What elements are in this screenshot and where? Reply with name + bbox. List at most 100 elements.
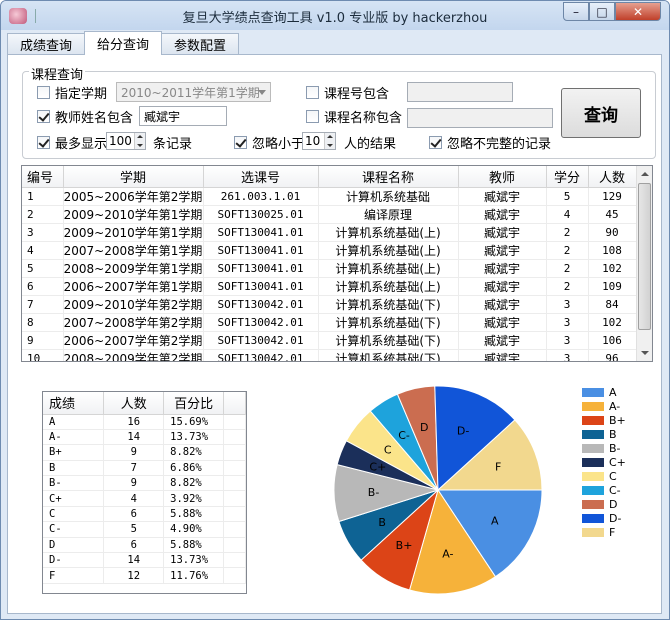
results-grid[interactable]: 编号 学期 选课号 课程名称 教师 学分 人数 1 2005~2006学年第2学期… — [21, 165, 653, 362]
stats-cell: B — [43, 460, 105, 477]
semester-checkbox[interactable]: 指定学期 — [37, 83, 107, 102]
checkbox-box[interactable] — [37, 136, 50, 149]
teacher-checkbox[interactable]: 教师姓名包含 — [37, 107, 133, 126]
max-records-checkbox[interactable]: 最多显示 — [37, 133, 107, 152]
scrollbar-thumb[interactable] — [638, 183, 651, 330]
stats-cell: 9 — [103, 475, 165, 492]
stats-cell: 16 — [103, 414, 165, 430]
table-row[interactable]: 9 2006~2007学年第2学期 SOFT130042.01 计算机系统基础(下) 臧… — [22, 331, 637, 350]
column-header[interactable]: 学期 — [63, 166, 204, 188]
checkbox-box[interactable] — [306, 110, 319, 123]
course-name-input[interactable] — [407, 108, 553, 128]
table-row[interactable]: 4 2007~2008学年第1学期 SOFT130041.01 计算机系统基础(上) 臧… — [22, 241, 637, 260]
column-header[interactable]: 百分比 — [163, 392, 225, 415]
ignore-incomplete-checkbox[interactable]: 忽略不完整的记录 — [429, 133, 551, 152]
teacher-input[interactable]: 臧斌宇 — [139, 106, 227, 126]
table-row[interactable]: 1 2005~2006学年第2学期 261.003.1.01 计算机系统基础 臧斌宇 5 1… — [22, 187, 637, 206]
max-records-stepper[interactable]: 100 — [106, 132, 146, 150]
table-cell: 3 — [546, 313, 589, 332]
stats-row: B 7 6.86% — [43, 460, 246, 477]
table-cell: 90 — [588, 223, 637, 242]
search-button[interactable]: 查询 — [561, 88, 641, 138]
stats-row: D- 14 13.73% — [43, 552, 246, 569]
column-header[interactable]: 编号 — [22, 166, 64, 188]
legend-item: C- — [582, 483, 626, 497]
close-button[interactable]: ✕ — [615, 2, 661, 21]
tab-strip: 成绩查询 给分查询 参数配置 — [7, 31, 240, 55]
checkbox-box[interactable] — [306, 86, 319, 99]
people-result-label: 人的结果 — [344, 137, 397, 152]
scroll-up-icon[interactable] — [637, 166, 652, 182]
title-bar[interactable]: 复旦大学绩点查询工具 v1.0 专业版 by hackerzhou – □ ✕ — [1, 1, 669, 30]
spin-arrows-icon[interactable] — [324, 133, 335, 149]
max-label: 最多显示 — [55, 137, 108, 152]
table-row[interactable]: 8 2007~2008学年第2学期 SOFT130042.01 计算机系统基础(下) 臧… — [22, 313, 637, 332]
pie-label: C — [384, 444, 392, 457]
group-label: 课程查询 — [29, 64, 86, 83]
table-cell: 45 — [588, 205, 637, 224]
course-name-checkbox[interactable]: 课程名称包含 — [306, 107, 402, 126]
table-cell: 2006~2007学年第1学期 — [63, 277, 204, 296]
checkbox-box[interactable] — [429, 136, 442, 149]
ignore-less-checkbox[interactable]: 忽略小于 — [234, 133, 304, 152]
stats-filler-cell — [223, 490, 246, 507]
table-cell: SOFT130042.01 — [203, 349, 319, 361]
spin-arrows-icon[interactable] — [134, 133, 145, 149]
column-header[interactable]: 学分 — [546, 166, 589, 188]
scroll-down-icon[interactable] — [637, 345, 652, 361]
pie-label: A- — [442, 548, 453, 561]
tab-score-query[interactable]: 给分查询 — [84, 31, 163, 55]
course-no-checkbox[interactable]: 课程号包含 — [306, 83, 389, 102]
table-cell: SOFT130041.01 — [203, 241, 319, 260]
column-header[interactable]: 成绩 — [43, 392, 105, 415]
checkbox-box[interactable] — [234, 136, 247, 149]
grade-pie-chart: A A- B+ B B- C+ C C- D D- F — [333, 385, 543, 595]
stats-row: F 12 11.76% — [43, 567, 246, 584]
stats-filler-cell — [223, 506, 246, 523]
semester-select[interactable]: 2010~2011学年第1学期 — [116, 82, 271, 102]
minimize-button[interactable]: – — [563, 2, 589, 21]
tab-settings[interactable]: 参数配置 — [161, 33, 240, 55]
checkbox-box[interactable] — [37, 110, 50, 123]
stats-cell: 12 — [103, 567, 165, 584]
stats-header-row: 成绩 人数 百分比 — [43, 392, 246, 415]
vertical-scrollbar[interactable] — [636, 166, 652, 361]
ignore-count-stepper[interactable]: 10 — [302, 132, 336, 150]
column-header[interactable]: 选课号 — [203, 166, 319, 188]
maximize-button[interactable]: □ — [589, 2, 615, 21]
chevron-down-icon[interactable] — [258, 90, 266, 95]
stats-cell: 6 — [103, 537, 165, 554]
table-cell: 计算机系统基础(上) — [318, 259, 459, 278]
column-header[interactable]: 课程名称 — [318, 166, 459, 188]
table-cell: 编译原理 — [318, 205, 459, 224]
table-cell: 8 — [22, 313, 64, 332]
column-header[interactable]: 人数 — [588, 166, 637, 188]
table-cell: 计算机系统基础(上) — [318, 223, 459, 242]
legend-swatch — [582, 513, 604, 523]
tab-grade-query[interactable]: 成绩查询 — [7, 33, 86, 55]
table-row[interactable]: 10 2008~2009学年第2学期 SOFT130042.01 计算机系统基础(下)… — [22, 349, 637, 361]
stats-row: B+ 9 8.82% — [43, 444, 246, 461]
table-row[interactable]: 6 2006~2007学年第1学期 SOFT130041.01 计算机系统基础(上) 臧… — [22, 277, 637, 296]
stats-cell: B+ — [43, 444, 105, 461]
table-cell: 臧斌宇 — [458, 241, 547, 260]
table-cell: 2009~2010学年第2学期 — [63, 295, 204, 314]
stats-filler-cell — [223, 429, 246, 446]
legend-swatch — [582, 457, 604, 467]
stats-cell: C+ — [43, 490, 105, 507]
table-cell: 261.003.1.01 — [203, 187, 319, 206]
course-no-input[interactable] — [407, 82, 513, 102]
stats-cell: C- — [43, 521, 105, 538]
pie-label: D — [420, 421, 428, 434]
column-header[interactable]: 教师 — [458, 166, 547, 188]
table-cell: SOFT130042.01 — [203, 331, 319, 350]
table-row[interactable]: 2 2009~2010学年第1学期 SOFT130025.01 编译原理 臧斌宇 4 45 — [22, 205, 637, 224]
stats-cell: 4.90% — [163, 521, 225, 538]
table-row[interactable]: 7 2009~2010学年第2学期 SOFT130042.01 计算机系统基础(下) 臧… — [22, 295, 637, 314]
table-row[interactable]: 3 2009~2010学年第1学期 SOFT130041.01 计算机系统基础(上) 臧… — [22, 223, 637, 242]
checkbox-box[interactable] — [37, 86, 50, 99]
legend-swatch — [582, 387, 604, 397]
stats-row: C- 5 4.90% — [43, 521, 246, 538]
table-row[interactable]: 5 2008~2009学年第1学期 SOFT130041.01 计算机系统基础(上) 臧… — [22, 259, 637, 278]
column-header[interactable]: 人数 — [103, 392, 165, 415]
